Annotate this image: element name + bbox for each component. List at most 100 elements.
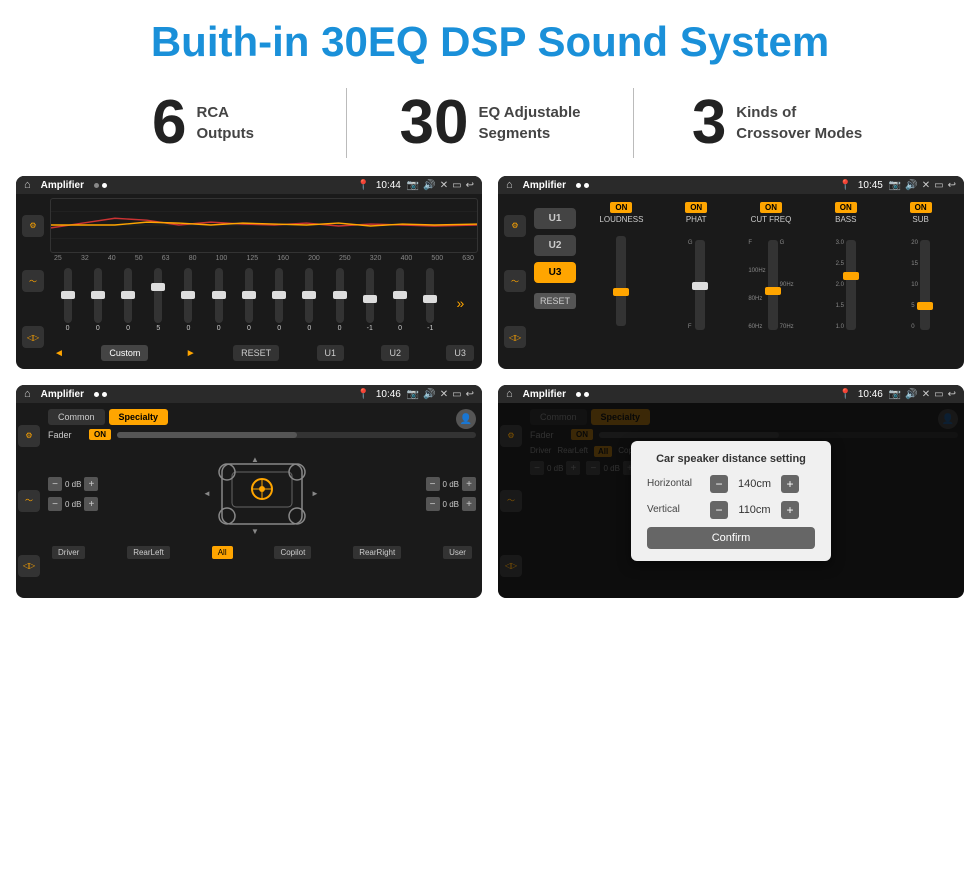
label-rearright[interactable]: RearRight xyxy=(353,546,401,559)
home-icon-1[interactable]: ⌂ xyxy=(24,179,31,191)
slider-thumb-4[interactable] xyxy=(181,291,195,299)
cutfreq-on[interactable]: ON xyxy=(760,202,782,213)
phat-on[interactable]: ON xyxy=(685,202,707,213)
close-icon-4[interactable]: ✕ xyxy=(922,389,930,400)
loudness-on[interactable]: ON xyxy=(610,202,632,213)
minus-rl[interactable]: − xyxy=(48,497,62,511)
u1-btn-1[interactable]: U1 xyxy=(317,345,345,361)
back-icon-3[interactable]: ↩ xyxy=(466,389,474,400)
close-icon-1[interactable]: ✕ xyxy=(440,180,448,191)
slider-thumb-0[interactable] xyxy=(61,291,75,299)
slider-thumb-8[interactable] xyxy=(302,291,316,299)
slider-track-4[interactable] xyxy=(184,268,192,323)
tab-specialty[interactable]: Specialty xyxy=(109,409,169,425)
minus-rr[interactable]: − xyxy=(426,497,440,511)
fader-ctrl-2[interactable]: 〜 xyxy=(18,490,40,512)
eq-ctrl-3[interactable]: ◁▷ xyxy=(22,326,44,348)
reset-btn-1[interactable]: RESET xyxy=(233,345,279,361)
phat-thumb[interactable] xyxy=(692,282,708,290)
slider-thumb-2[interactable] xyxy=(121,291,135,299)
screen1-time: 10:44 xyxy=(376,180,401,191)
minus-fl[interactable]: − xyxy=(48,477,62,491)
bass-track[interactable] xyxy=(846,240,856,330)
sub-track[interactable] xyxy=(920,240,930,330)
slider-thumb-5[interactable] xyxy=(212,291,226,299)
status-dots-3 xyxy=(94,392,107,397)
label-driver[interactable]: Driver xyxy=(52,546,85,559)
slider-thumb-3[interactable] xyxy=(151,283,165,291)
close-icon-2[interactable]: ✕ xyxy=(922,180,930,191)
label-copilot[interactable]: Copilot xyxy=(274,546,311,559)
close-icon-3[interactable]: ✕ xyxy=(440,389,448,400)
slider-thumb-1[interactable] xyxy=(91,291,105,299)
vertical-plus[interactable]: + xyxy=(781,501,799,519)
cutfreq-track[interactable] xyxy=(768,240,778,330)
sub-thumb[interactable] xyxy=(917,302,933,310)
slider-track-1[interactable] xyxy=(94,268,102,323)
plus-fl[interactable]: + xyxy=(84,477,98,491)
eq-more-icon[interactable]: » xyxy=(456,268,464,337)
slider-track-7[interactable] xyxy=(275,268,283,323)
fader-ctrl-3[interactable]: ◁▷ xyxy=(18,555,40,577)
slider-track-5[interactable] xyxy=(215,268,223,323)
label-rearleft[interactable]: RearLeft xyxy=(127,546,170,559)
u2-btn-1[interactable]: U2 xyxy=(381,345,409,361)
xo-reset[interactable]: RESET xyxy=(534,293,576,309)
label-user[interactable]: User xyxy=(443,546,472,559)
slider-thumb-9[interactable] xyxy=(333,291,347,299)
horizontal-minus[interactable]: − xyxy=(710,475,728,493)
loudness-thumb[interactable] xyxy=(613,288,629,296)
label-all[interactable]: All xyxy=(212,546,233,559)
u3-btn-1[interactable]: U3 xyxy=(446,345,474,361)
xo-ctrl-3[interactable]: ◁▷ xyxy=(504,326,526,348)
slider-thumb-12[interactable] xyxy=(423,295,437,303)
home-icon-4[interactable]: ⌂ xyxy=(506,388,513,400)
back-icon-2[interactable]: ↩ xyxy=(948,180,956,191)
eq-ctrl-2[interactable]: 〜 xyxy=(22,270,44,292)
preset-custom[interactable]: Custom xyxy=(101,345,148,361)
slider-thumb-11[interactable] xyxy=(393,291,407,299)
home-icon-2[interactable]: ⌂ xyxy=(506,179,513,191)
slider-thumb-10[interactable] xyxy=(363,295,377,303)
slider-track-9[interactable] xyxy=(336,268,344,323)
tab-common[interactable]: Common xyxy=(48,409,105,425)
fader-on-badge[interactable]: ON xyxy=(89,429,111,440)
slider-track-6[interactable] xyxy=(245,268,253,323)
fader-track[interactable] xyxy=(117,432,476,438)
slider-track-10[interactable] xyxy=(366,268,374,323)
slider-track-2[interactable] xyxy=(124,268,132,323)
back-icon-1[interactable]: ↩ xyxy=(466,180,474,191)
bass-on[interactable]: ON xyxy=(835,202,857,213)
slider-track-8[interactable] xyxy=(305,268,313,323)
home-icon-3[interactable]: ⌂ xyxy=(24,388,31,400)
xo-ctrl-2[interactable]: 〜 xyxy=(504,270,526,292)
phat-track[interactable] xyxy=(695,240,705,330)
horizontal-plus[interactable]: + xyxy=(781,475,799,493)
slider-track-11[interactable] xyxy=(396,268,404,323)
slider-track-0[interactable] xyxy=(64,268,72,323)
preset-u1[interactable]: U1 xyxy=(534,208,576,229)
cutfreq-thumb[interactable] xyxy=(765,287,781,295)
xo-ctrl-1[interactable]: ⚙ xyxy=(504,215,526,237)
back-icon-4[interactable]: ↩ xyxy=(948,389,956,400)
slider-track-12[interactable] xyxy=(426,268,434,323)
eq-ctrl-1[interactable]: ⚙ xyxy=(22,215,44,237)
plus-rl[interactable]: + xyxy=(84,497,98,511)
minus-fr[interactable]: − xyxy=(426,477,440,491)
fader-ctrl-1[interactable]: ⚙ xyxy=(18,425,40,447)
preset-u3[interactable]: U3 xyxy=(534,262,576,283)
plus-fr[interactable]: + xyxy=(462,477,476,491)
next-icon[interactable]: ► xyxy=(186,348,196,359)
preset-u2[interactable]: U2 xyxy=(534,235,576,256)
slider-track-3[interactable] xyxy=(154,268,162,323)
slider-thumb-7[interactable] xyxy=(272,291,286,299)
loudness-track[interactable] xyxy=(616,236,626,326)
plus-rr[interactable]: + xyxy=(462,497,476,511)
sub-on[interactable]: ON xyxy=(910,202,932,213)
slider-thumb-6[interactable] xyxy=(242,291,256,299)
confirm-button[interactable]: Confirm xyxy=(647,527,815,549)
vertical-minus[interactable]: − xyxy=(710,501,728,519)
bass-thumb[interactable] xyxy=(843,272,859,280)
person-icon[interactable]: 👤 xyxy=(456,409,476,429)
prev-icon[interactable]: ◄ xyxy=(54,348,64,359)
